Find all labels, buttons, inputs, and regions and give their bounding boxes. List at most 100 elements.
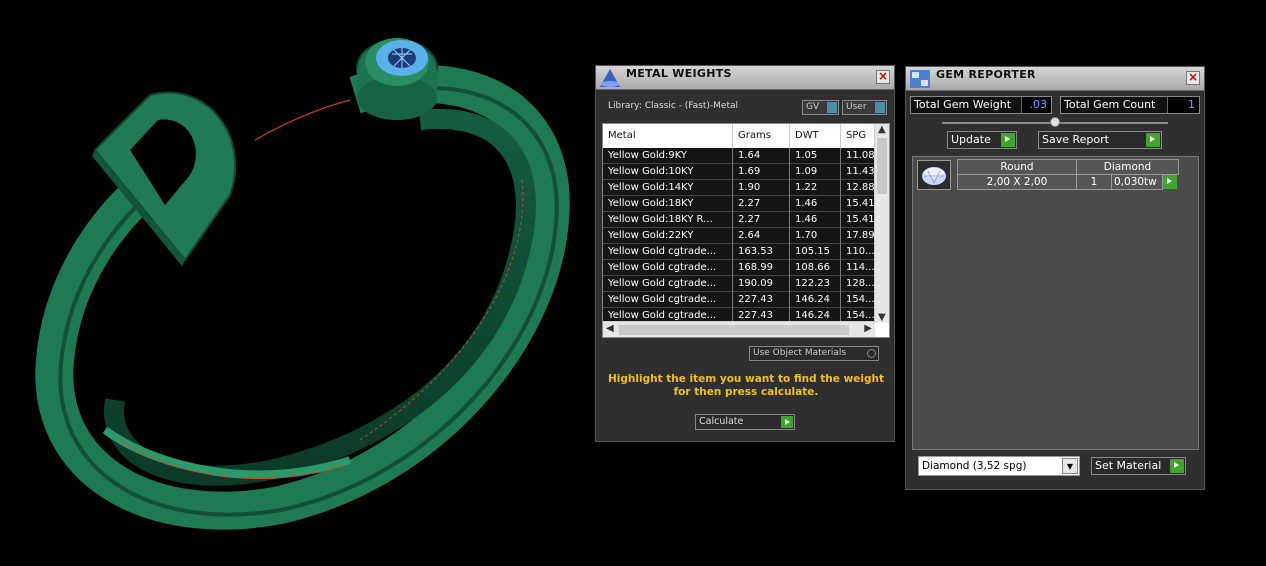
cell-metal: Yellow Gold:10KY [603, 164, 733, 180]
vertical-scrollbar[interactable]: ▲ ▼ [874, 124, 889, 323]
use-object-materials-label: Use Object Materials [753, 348, 847, 358]
material-select-value: Diamond (3,52 spg) [922, 460, 1027, 472]
gem-row-play-icon[interactable] [1163, 175, 1177, 189]
update-label: Update [951, 133, 991, 146]
total-gem-weight-value: .03 [1021, 97, 1051, 113]
table-row[interactable]: Yellow Gold cgtrade... 168.99 108.66 114... [603, 260, 875, 276]
cell-spg: 114... [841, 260, 875, 276]
calculate-label: Calculate [699, 416, 744, 427]
scroll-left-icon[interactable]: ◀ [606, 323, 614, 334]
cell-grams: 163.53 [733, 244, 790, 260]
gem-reporter-titlebar[interactable]: GEM REPORTER × [906, 67, 1204, 91]
col-spg[interactable]: SPG [841, 124, 875, 148]
metal-weights-panel: METAL WEIGHTS × Library: Classic - (Fast… [595, 65, 895, 442]
cell-dwt: 108.66 [790, 260, 841, 276]
gem-weight: 0,030tw [1111, 174, 1163, 190]
cell-dwt: 1.22 [790, 180, 841, 196]
gem-size: 2,00 X 2,00 [957, 174, 1077, 190]
material-select[interactable]: Diamond (3,52 spg) ▼ [918, 456, 1080, 476]
table-row[interactable]: Yellow Gold cgtrade... 227.43 146.24 154... [603, 292, 875, 308]
h-scroll-thumb[interactable] [619, 325, 849, 335]
scroll-down-icon[interactable]: ▼ [878, 312, 886, 323]
gem-list: Round Diamond 2,00 X 2,00 1 0,030tw [912, 156, 1199, 450]
gem-thumbnail[interactable] [917, 160, 951, 190]
close-icon[interactable]: × [1186, 71, 1200, 85]
cell-grams: 1.69 [733, 164, 790, 180]
library-label: Library: Classic - (Fast)-Metal [608, 101, 739, 111]
calculate-button[interactable]: Calculate [695, 414, 795, 430]
horizontal-scrollbar[interactable]: ◀ ▶ [603, 321, 875, 337]
cell-grams: 190.09 [733, 276, 790, 292]
cell-spg: 110... [841, 244, 875, 260]
total-gem-count-label: Total Gem Count [1064, 98, 1156, 111]
use-object-materials-toggle[interactable]: Use Object Materials [749, 346, 879, 361]
cell-metal: Yellow Gold:18KY [603, 196, 733, 212]
table-row[interactable]: Yellow Gold cgtrade... 190.09 122.23 128... [603, 276, 875, 292]
col-grams[interactable]: Grams [733, 124, 790, 148]
cell-spg: 154... [841, 292, 875, 308]
set-material-button[interactable]: Set Material [1091, 457, 1186, 475]
cell-dwt: 1.46 [790, 196, 841, 212]
scroll-up-icon[interactable]: ▲ [878, 124, 886, 135]
gem-reporter-title: GEM REPORTER [936, 68, 1036, 81]
hint-line-2: for then press calculate. [673, 386, 819, 398]
col-metal[interactable]: Metal [603, 124, 733, 148]
gv-toggle[interactable]: GV [802, 100, 839, 115]
round-gem-icon [922, 167, 946, 185]
chevron-down-icon[interactable]: ▼ [1062, 458, 1078, 474]
cell-grams: 227.43 [733, 292, 790, 308]
cell-metal: Yellow Gold cgtrade... [603, 292, 733, 308]
table-row[interactable]: Yellow Gold:18KY 2.27 1.46 15.41 [603, 196, 875, 212]
table-row[interactable]: Yellow Gold cgtrade... 163.53 105.15 110... [603, 244, 875, 260]
cell-spg: 11.08 [841, 148, 875, 164]
save-report-button[interactable]: Save Report [1038, 131, 1162, 149]
cell-spg: 15.41 [841, 212, 875, 228]
cell-dwt: 1.70 [790, 228, 841, 244]
save-report-label: Save Report [1042, 133, 1109, 146]
gv-toggle-label: GV [806, 102, 820, 112]
user-toggle-label: User [846, 102, 867, 112]
cell-dwt: 122.23 [790, 276, 841, 292]
hint-text: Highlight the item you want to find the … [606, 373, 886, 399]
cell-grams: 1.64 [733, 148, 790, 164]
cell-spg: 17.89 [841, 228, 875, 244]
gem-reporter-panel: GEM REPORTER × Total Gem Weight .03 Tota… [905, 66, 1205, 490]
gem-count: 1 [1076, 174, 1112, 190]
table-body: Yellow Gold:9KY 1.64 1.05 11.08 Yellow Gold:… [603, 148, 875, 324]
metal-weights-titlebar[interactable]: METAL WEIGHTS × [596, 66, 894, 90]
total-gem-weight-field: Total Gem Weight .03 [910, 96, 1052, 114]
table-row[interactable]: Yellow Gold:18KY R... 2.27 1.46 15.41 [603, 212, 875, 228]
cell-spg: 12.88 [841, 180, 875, 196]
slider-handle[interactable] [1050, 117, 1060, 127]
scroll-thumb[interactable] [877, 138, 887, 194]
table-header: Metal Grams DWT SPG [603, 124, 875, 148]
metal-weights-title: METAL WEIGHTS [626, 67, 732, 80]
table-row[interactable]: Yellow Gold:14KY 1.90 1.22 12.88 [603, 180, 875, 196]
table-row[interactable]: Yellow Gold:22KY 2.64 1.70 17.89 [603, 228, 875, 244]
play-icon [1146, 133, 1160, 147]
cell-dwt: 105.15 [790, 244, 841, 260]
user-toggle[interactable]: User [842, 100, 887, 115]
metal-table: Metal Grams DWT SPG Yellow Gold:9KY 1.64 1… [602, 123, 890, 338]
gem-shape: Round [957, 159, 1077, 175]
cell-metal: Yellow Gold cgtrade... [603, 260, 733, 276]
cell-dwt: 1.09 [790, 164, 841, 180]
table-row[interactable]: Yellow Gold:10KY 1.69 1.09 11.43 [603, 164, 875, 180]
play-icon [781, 416, 793, 428]
cell-metal: Yellow Gold:22KY [603, 228, 733, 244]
scroll-right-icon[interactable]: ▶ [864, 323, 872, 334]
play-icon [1001, 133, 1015, 147]
cell-grams: 168.99 [733, 260, 790, 276]
total-gem-count-field: Total Gem Count 1 [1060, 96, 1200, 114]
cell-metal: Yellow Gold:9KY [603, 148, 733, 164]
gem-reporter-icon [910, 70, 930, 88]
gem-material: Diamond [1076, 159, 1179, 175]
cell-metal: Yellow Gold cgtrade... [603, 244, 733, 260]
close-icon[interactable]: × [876, 70, 890, 84]
update-button[interactable]: Update [947, 131, 1017, 149]
hint-line-1: Highlight the item you want to find the … [608, 373, 884, 385]
cell-metal: Yellow Gold:14KY [603, 180, 733, 196]
col-dwt[interactable]: DWT [790, 124, 841, 148]
3d-viewport[interactable] [0, 0, 590, 562]
table-row[interactable]: Yellow Gold:9KY 1.64 1.05 11.08 [603, 148, 875, 164]
